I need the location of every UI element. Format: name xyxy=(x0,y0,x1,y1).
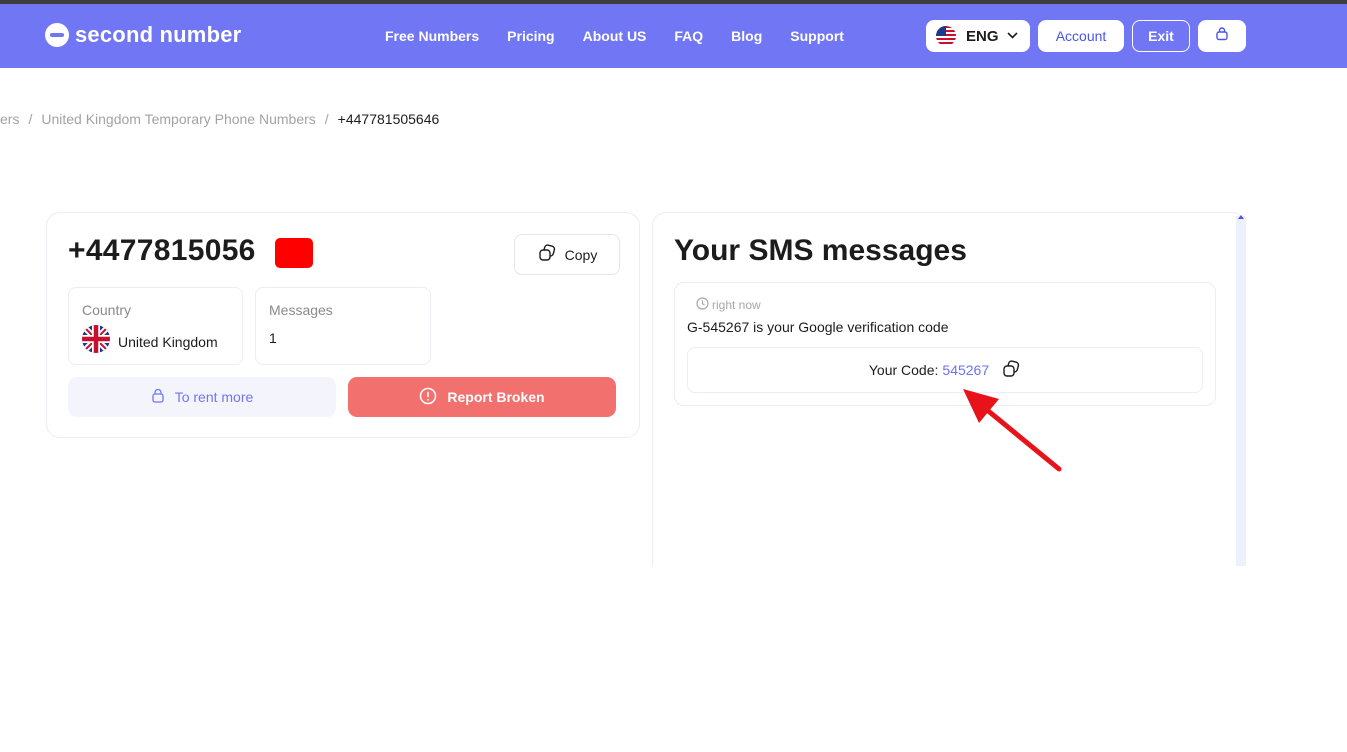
logo-icon xyxy=(45,23,69,47)
sms-panel-scrollbar[interactable] xyxy=(1236,216,1246,566)
us-flag-icon xyxy=(936,26,956,46)
sms-title: Your SMS messages xyxy=(674,234,967,267)
messages-title: Messages xyxy=(269,302,333,318)
lock-icon xyxy=(151,388,165,406)
copy-code-button[interactable] xyxy=(1001,359,1021,382)
cart-icon xyxy=(1215,26,1229,46)
message-time: right now xyxy=(696,297,761,313)
account-button[interactable]: Account xyxy=(1038,20,1124,52)
report-broken-button[interactable]: Report Broken xyxy=(348,377,616,417)
main-nav: Free Numbers Pricing About US FAQ Blog S… xyxy=(385,28,872,44)
number-card: +4477815056 Copy Country United Kingdom … xyxy=(46,212,640,438)
logo[interactable]: second number xyxy=(45,22,241,48)
language-label: ENG xyxy=(966,27,999,45)
code-value[interactable]: 545267 xyxy=(942,362,989,378)
scroll-up-arrow-icon[interactable] xyxy=(1238,215,1244,219)
copy-label: Copy xyxy=(564,246,598,263)
message-text: G-545267 is your Google verification cod… xyxy=(687,319,949,335)
breadcrumb-current: +447781505646 xyxy=(337,111,440,127)
logo-text: second number xyxy=(75,22,242,47)
redaction-box xyxy=(275,238,313,268)
site-header: second number Free Numbers Pricing About… xyxy=(0,4,1347,68)
sms-panel: Your SMS messages right now G-545267 is … xyxy=(652,212,1246,566)
copy-icon xyxy=(1001,359,1021,382)
nav-blog[interactable]: Blog xyxy=(731,28,762,44)
nav-free-numbers[interactable]: Free Numbers xyxy=(385,28,479,44)
chevron-down-icon xyxy=(1006,30,1018,42)
message-card: right now G-545267 is your Google verifi… xyxy=(674,282,1216,406)
messages-box: Messages 1 xyxy=(255,287,431,365)
country-box: Country United Kingdom xyxy=(68,287,243,365)
language-selector[interactable]: ENG xyxy=(926,20,1030,52)
rent-more-label: To rent more xyxy=(174,389,254,405)
country-value-row: United Kingdom xyxy=(82,325,218,353)
breadcrumb-item[interactable]: United Kingdom Temporary Phone Numbers xyxy=(41,111,315,127)
breadcrumb: ers / United Kingdom Temporary Phone Num… xyxy=(0,111,448,127)
nav-about-us[interactable]: About US xyxy=(583,28,647,44)
copy-icon xyxy=(537,243,557,266)
rent-more-button[interactable]: To rent more xyxy=(68,377,336,417)
code-box: Your Code: 545267 xyxy=(687,347,1203,393)
breadcrumb-item[interactable]: ers xyxy=(0,111,19,127)
message-time-text: right now xyxy=(712,298,761,312)
nav-pricing[interactable]: Pricing xyxy=(507,28,554,44)
report-broken-label: Report Broken xyxy=(447,389,545,405)
nav-faq[interactable]: FAQ xyxy=(674,28,703,44)
breadcrumb-separator: / xyxy=(28,111,33,127)
code-label: Your Code: xyxy=(868,362,939,378)
country-title: Country xyxy=(82,302,132,318)
alert-icon xyxy=(419,387,437,408)
red-arrow-icon xyxy=(955,385,1065,482)
uk-flag-icon xyxy=(82,325,110,353)
clock-icon xyxy=(696,297,709,313)
exit-button[interactable]: Exit xyxy=(1132,20,1190,52)
nav-support[interactable]: Support xyxy=(790,28,844,44)
phone-number: +4477815056 xyxy=(68,234,256,267)
cart-button[interactable] xyxy=(1198,20,1246,52)
country-value: United Kingdom xyxy=(118,334,218,350)
messages-count: 1 xyxy=(269,330,277,346)
breadcrumb-separator: / xyxy=(324,111,329,127)
copy-number-button[interactable]: Copy xyxy=(514,234,620,275)
